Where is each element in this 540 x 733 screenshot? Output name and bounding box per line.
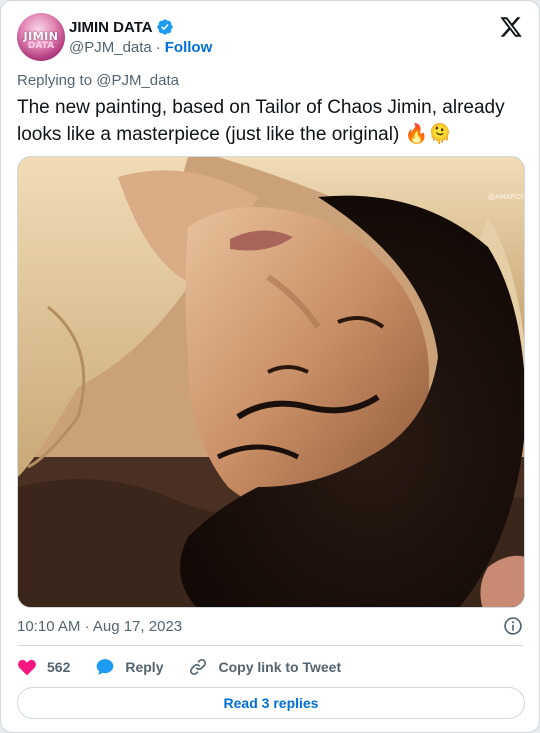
- verified-badge-icon: [156, 19, 173, 35]
- copy-link-label: Copy link to Tweet: [218, 659, 342, 675]
- photo-illustration: @AMAROS: [18, 157, 525, 607]
- reply-context: Replying to @PJM_data: [17, 72, 179, 89]
- tweet-meta: 10:10 AM · Aug 17, 2023: [17, 615, 523, 637]
- tweet-photo[interactable]: @AMAROS: [17, 156, 525, 608]
- avatar-logo-subtext: DATA: [27, 41, 55, 51]
- reply-button[interactable]: Reply: [95, 657, 163, 677]
- photo-watermark: @AMAROS: [488, 193, 525, 201]
- heart-icon: [18, 659, 36, 676]
- speech-bubble-icon: [97, 659, 114, 675]
- follow-button[interactable]: Follow: [165, 39, 213, 56]
- link-icon: [190, 658, 207, 676]
- author-info: JIMIN DATA @PJM_data · Follow: [69, 13, 212, 61]
- author-display-name[interactable]: JIMIN DATA: [69, 19, 153, 36]
- avatar[interactable]: JIMIN DATA: [17, 13, 65, 61]
- author-handle[interactable]: @PJM_data: [69, 39, 152, 56]
- reply-context-mention[interactable]: @PJM_data: [96, 72, 179, 89]
- tweet-emoji: 🔥🫠: [404, 123, 452, 145]
- x-logo-icon[interactable]: [499, 15, 523, 39]
- separator-dot: ·: [155, 38, 161, 56]
- like-count: 562: [47, 659, 71, 675]
- tweet-timestamp[interactable]: 10:10 AM · Aug 17, 2023: [17, 618, 182, 635]
- info-icon[interactable]: [503, 616, 523, 636]
- tweet-actions: 562 Reply Copy link to Tweet: [17, 656, 366, 678]
- read-replies-button[interactable]: Read 3 replies: [17, 687, 525, 719]
- divider: [17, 645, 523, 646]
- author-handle-row: @PJM_data · Follow: [69, 37, 212, 57]
- author-name-row: JIMIN DATA: [69, 17, 212, 37]
- like-button[interactable]: 562: [17, 657, 70, 677]
- tweet-text: The new painting, based on Tailor of Cha…: [17, 95, 525, 148]
- tweet-header: JIMIN DATA JIMIN DATA @PJM_data · Follow: [17, 13, 523, 61]
- reply-label: Reply: [125, 659, 164, 675]
- tweet-embed-card: JIMIN DATA JIMIN DATA @PJM_data · Follow…: [0, 0, 540, 733]
- copy-link-button[interactable]: Copy link to Tweet: [188, 657, 341, 677]
- reply-context-prefix: Replying to: [17, 72, 93, 89]
